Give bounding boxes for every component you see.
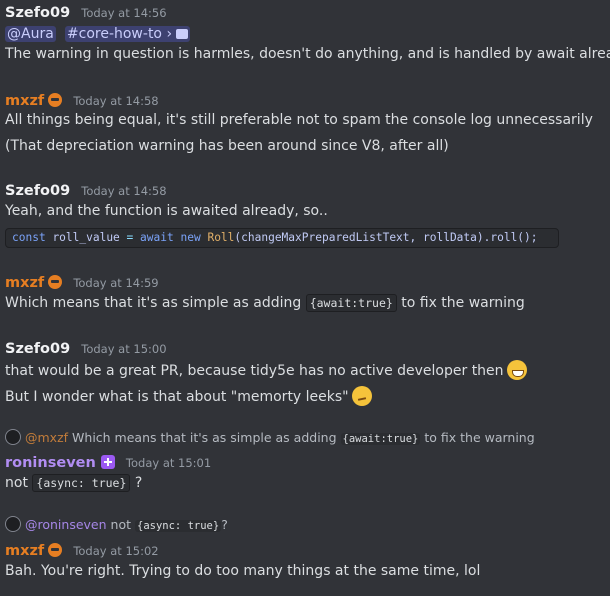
reply-username[interactable]: @roninseven xyxy=(25,517,107,532)
thinking-emoji xyxy=(351,386,372,406)
message-header: Szefo09 Today at 14:56 xyxy=(5,2,167,21)
code-keyword: new xyxy=(180,231,201,244)
code-keyword: await xyxy=(140,231,174,244)
mention-row: @Aura #core-how-to › xyxy=(5,23,191,42)
username[interactable]: Szefo09 xyxy=(5,183,70,199)
code-class: Roll xyxy=(207,231,235,244)
message-text: The warning in question is harmles, does… xyxy=(5,46,610,62)
message-text: (That depreciation warning has been arou… xyxy=(5,138,449,154)
reply-text: not xyxy=(110,517,132,532)
message-text: Bah. You're right. Trying to do too many… xyxy=(5,563,481,579)
message-text: All things being equal, it's still prefe… xyxy=(5,112,593,128)
message-header: Szefo09 Today at 14:58 xyxy=(5,180,167,199)
message-text: Yeah, and the function is awaited alread… xyxy=(5,203,328,219)
message-text-part: that would be a great PR, because tidy5e… xyxy=(5,363,504,379)
message-text-part: ? xyxy=(134,475,143,491)
reply-text: ? xyxy=(221,517,228,532)
code-operator: = xyxy=(126,231,134,244)
timestamp[interactable]: Today at 14:58 xyxy=(81,184,166,198)
timestamp[interactable]: Today at 15:02 xyxy=(73,544,158,558)
reply-text: Which means that it's as simple as addin… xyxy=(72,430,337,445)
grinning-emoji xyxy=(506,360,527,380)
badge-icon xyxy=(48,543,63,557)
message-text: that would be a great PR, because tidy5e… xyxy=(5,360,527,380)
message-header: mxzf Today at 14:58 xyxy=(5,90,159,109)
channel-chat-icon xyxy=(176,29,189,39)
timestamp[interactable]: Today at 14:58 xyxy=(73,94,158,108)
timestamp[interactable]: Today at 14:59 xyxy=(73,276,158,290)
reply-text: to fix the warning xyxy=(424,430,535,445)
reply-username[interactable]: @mxzf xyxy=(25,430,68,445)
message-header: mxzf Today at 15:02 xyxy=(5,540,159,559)
badge-icon xyxy=(48,93,63,107)
message-text: Which means that it's as simple as addin… xyxy=(5,294,525,312)
badge-icon xyxy=(48,275,63,289)
message-header: Szefo09 Today at 15:00 xyxy=(5,338,167,357)
user-mention[interactable]: @Aura xyxy=(5,26,56,42)
username[interactable]: Szefo09 xyxy=(5,5,70,21)
message-text-part: But I wonder what is that about "memorty… xyxy=(5,389,349,405)
message-header: roninseven Today at 15:01 xyxy=(5,452,211,471)
username[interactable]: roninseven xyxy=(5,455,96,471)
avatar xyxy=(5,429,21,445)
channel-arrow-icon: › xyxy=(166,26,173,42)
timestamp[interactable]: Today at 14:56 xyxy=(81,6,166,20)
username[interactable]: mxzf xyxy=(5,93,44,109)
code-args: (changeMaxPreparedListText, rollData) xyxy=(234,231,484,244)
code-variable: roll_value xyxy=(52,231,120,244)
inline-code: {await:true} xyxy=(305,294,397,312)
message-text-part: not xyxy=(5,475,28,491)
reply-preview[interactable]: @roninseven not {async: true}? xyxy=(5,516,228,532)
reply-preview[interactable]: @mxzf Which means that it's as simple as… xyxy=(5,429,535,445)
badge-icon xyxy=(100,455,115,469)
channel-mention-label: #core-how-to xyxy=(66,26,162,42)
avatar xyxy=(5,516,21,532)
timestamp[interactable]: Today at 15:00 xyxy=(81,342,166,356)
message-text-part: Which means that it's as simple as addin… xyxy=(5,295,302,311)
code-keyword: const xyxy=(12,231,46,244)
inline-code: {async: true} xyxy=(32,474,131,492)
reply-inline-code: {async: true} xyxy=(135,520,222,532)
message-text: not {async: true} ? xyxy=(5,474,143,492)
message-text: But I wonder what is that about "memorty… xyxy=(5,386,372,406)
code-block[interactable]: const roll_value = await new Roll(change… xyxy=(5,228,559,248)
username[interactable]: mxzf xyxy=(5,543,44,559)
message-header: mxzf Today at 14:59 xyxy=(5,272,159,291)
timestamp[interactable]: Today at 15:01 xyxy=(126,456,211,470)
channel-mention[interactable]: #core-how-to › xyxy=(64,26,191,42)
username[interactable]: Szefo09 xyxy=(5,341,70,357)
reply-inline-code: {await:true} xyxy=(340,433,421,445)
message-text-part: to fix the warning xyxy=(401,295,525,311)
code-tail: .roll(); xyxy=(483,231,538,244)
username[interactable]: mxzf xyxy=(5,275,44,291)
